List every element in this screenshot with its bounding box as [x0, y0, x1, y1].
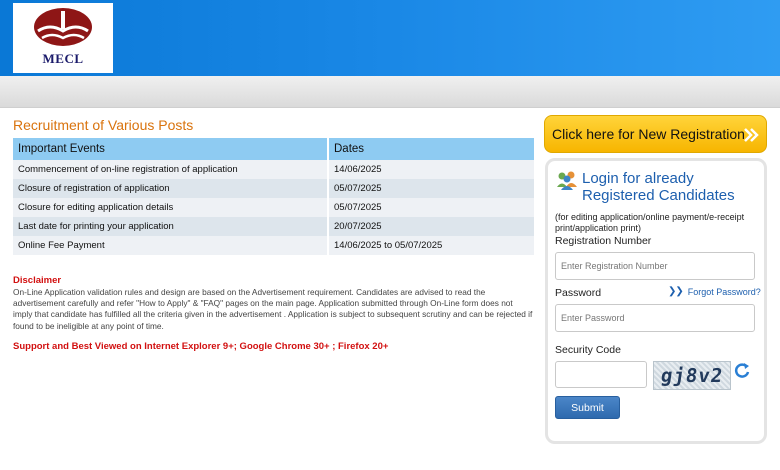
mecl-emblem-icon [34, 8, 92, 46]
table-row: Closure for editing application details … [13, 198, 536, 217]
password-label: Password [555, 287, 602, 299]
page-title: Recruitment of Various Posts [13, 117, 194, 133]
registration-number-label: Registration Number [555, 235, 652, 247]
column-header-events: Important Events [13, 138, 329, 160]
double-chevron-right-icon [744, 128, 759, 142]
table-row: Online Fee Payment 14/06/2025 to 05/07/2… [13, 236, 536, 255]
nav-stripe [0, 76, 780, 108]
forgot-password-label: Forgot Password? [687, 286, 761, 297]
new-registration-label: Click here for New Registration [552, 126, 745, 142]
event-cell: Closure of registration of application [13, 179, 329, 198]
security-code-input[interactable] [555, 361, 647, 388]
date-cell: 14/06/2025 [328, 160, 536, 179]
event-cell: Last date for printing your application [13, 217, 329, 236]
disclaimer-text: On-Line Application validation rules and… [13, 287, 533, 331]
login-heading: Login for already Registered Candidates [556, 170, 735, 204]
table-row: Closure of registration of application 0… [13, 179, 536, 198]
table-row: Last date for printing your application … [13, 217, 536, 236]
date-cell: 05/07/2025 [328, 198, 536, 217]
captcha-text: gj8v2 [659, 364, 725, 387]
disclaimer-title: Disclaimer [13, 275, 62, 286]
table-row: Commencement of on-line registration of … [13, 160, 536, 179]
event-cell: Commencement of on-line registration of … [13, 160, 329, 179]
password-input[interactable] [555, 304, 755, 332]
date-cell: 14/06/2025 to 05/07/2025 [328, 236, 536, 255]
users-icon [557, 171, 577, 190]
event-cell: Online Fee Payment [13, 236, 329, 255]
login-subtitle: (for editing application/online payment/… [555, 212, 745, 233]
login-title-line1: Login for already [582, 170, 694, 187]
important-events-table: Important Events Dates Commencement of o… [13, 138, 536, 255]
double-chevron-right-icon: ❯❯ [668, 286, 684, 297]
site-header: MECL [0, 0, 780, 76]
forgot-password-link[interactable]: ❯❯ Forgot Password? [668, 286, 761, 297]
submit-button[interactable]: Submit [555, 396, 620, 419]
mecl-logo: MECL [13, 3, 113, 73]
captcha-image: gj8v2 [653, 361, 731, 390]
column-header-dates: Dates [328, 138, 536, 160]
registration-number-input[interactable] [555, 252, 755, 280]
date-cell: 05/07/2025 [328, 179, 536, 198]
browser-support-note: Support and Best Viewed on Internet Expl… [13, 341, 389, 352]
refresh-icon[interactable] [733, 361, 751, 379]
logo-text: MECL [42, 51, 84, 66]
date-cell: 20/07/2025 [328, 217, 536, 236]
security-code-label: Security Code [555, 344, 621, 356]
login-title-line2: Registered Candidates [582, 187, 735, 204]
event-cell: Closure for editing application details [13, 198, 329, 217]
table-header-row: Important Events Dates [13, 138, 536, 160]
new-registration-button[interactable]: Click here for New Registration [544, 115, 767, 153]
